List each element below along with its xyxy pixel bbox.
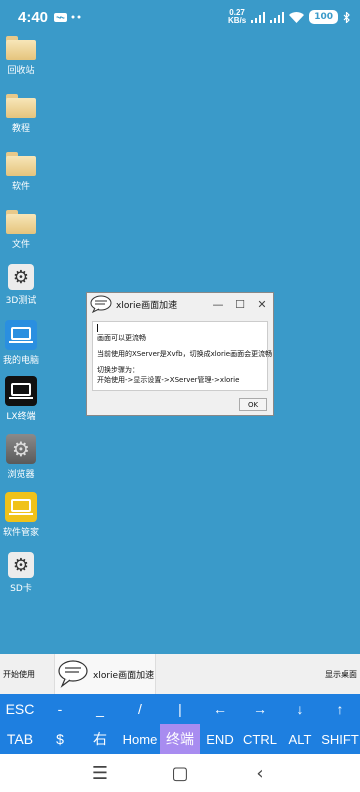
dialog-titlebar[interactable]: xlorie画面加速 — ☐ ✕	[87, 293, 273, 315]
close-icon[interactable]: ✕	[251, 298, 273, 311]
net-speed: 0.27 KB/s	[228, 9, 246, 25]
desktop-icon-label: LX终端	[6, 412, 36, 422]
desktop-icon-software[interactable]: 软件	[0, 152, 42, 192]
desktop-icon-lx-terminal[interactable]: LX终端	[0, 376, 42, 422]
key-down-arrow[interactable]: ↓	[280, 694, 320, 724]
start-button[interactable]: 开始使用	[0, 669, 52, 680]
key-shift[interactable]: SHIFT	[320, 724, 360, 754]
infinity-icon	[54, 12, 68, 22]
dialog-line: 切换步骤为：	[97, 366, 139, 374]
folder-icon	[6, 152, 36, 176]
desktop-icon-label: 3D测试	[5, 296, 37, 306]
folder-icon	[6, 36, 36, 60]
status-right-icons: 0.27 KB/s 100	[228, 9, 350, 25]
desktop-icon-software-manager[interactable]: 软件管家	[0, 492, 42, 538]
status-notification-icons	[54, 12, 83, 22]
desktop-icon-label: 回收站	[7, 66, 35, 76]
terminal-icon	[5, 376, 37, 406]
desktop-icon-my-computer[interactable]: 我的电脑	[0, 320, 42, 366]
navigation-bar: ☰ ▢ ‹	[0, 754, 360, 792]
minimize-icon[interactable]: —	[207, 298, 229, 311]
bluetooth-icon	[343, 11, 350, 23]
key-up-arrow[interactable]: ↑	[320, 694, 360, 724]
folder-icon	[6, 94, 36, 118]
desktop-icon-label: 软件	[11, 182, 30, 192]
key-alt[interactable]: ALT	[280, 724, 320, 754]
window-controls: — ☐ ✕	[207, 298, 273, 311]
desktop-icon-label: 浏览器	[7, 470, 35, 480]
key-esc[interactable]: ESC	[0, 694, 40, 724]
key-tab[interactable]: TAB	[0, 724, 40, 754]
dialog-line: 开始使用->显示设置->XServer管理->xlorie	[97, 376, 240, 384]
ok-button[interactable]: OK	[239, 398, 267, 411]
desktop-icon-label: SD卡	[10, 584, 32, 594]
key-ctrl[interactable]: CTRL	[240, 724, 280, 754]
key-pipe[interactable]: |	[160, 694, 200, 724]
desktop-icon-label: 文件	[11, 240, 30, 250]
desktop-icon-label: 我的电脑	[2, 356, 39, 366]
key-right-arrow[interactable]: →	[240, 694, 280, 724]
status-bar: 4:40 0.27 KB/s 100	[0, 0, 360, 34]
desktop-icon-label: 教程	[11, 124, 30, 134]
desktop-icon-label: 软件管家	[2, 528, 39, 538]
dialog-message: 画面可以更流畅 当前使用的XServer是Xvfb，切换成xlorie画面会更流…	[92, 321, 273, 391]
text-cursor	[97, 324, 98, 332]
desktop-icon-recycle-bin[interactable]: 回收站	[0, 36, 42, 76]
show-desktop-button[interactable]: 显示桌面	[325, 669, 360, 680]
wifi-icon	[289, 11, 305, 23]
laptop-icon	[5, 492, 37, 522]
signal-icon-2	[270, 11, 285, 23]
gear-icon: ⚙	[6, 434, 36, 464]
extra-keys-bar: ESC - _ / | ← → ↓ ↑ TAB $ 右 Home 终端 END …	[0, 694, 360, 754]
key-terminal[interactable]: 终端	[160, 724, 200, 754]
desktop-icon-tutorial[interactable]: 教程	[0, 94, 42, 134]
taskbar-item-xlorie[interactable]: xlorie画面加速	[54, 654, 156, 694]
dialog-title: xlorie画面加速	[116, 300, 178, 311]
back-button[interactable]: ‹	[245, 763, 275, 784]
taskbar-item-label: xlorie画面加速	[93, 670, 155, 681]
battery-indicator: 100	[309, 10, 338, 24]
desktop-icon-files[interactable]: 文件	[0, 210, 42, 250]
key-underscore[interactable]: _	[80, 694, 120, 724]
dialog-line: 当前使用的XServer是Xvfb，切换成xlorie画面会更流畅	[97, 350, 273, 358]
dialog-line: 画面可以更流畅	[97, 334, 146, 342]
speech-bubble-icon	[58, 660, 88, 688]
key-right-click[interactable]: 右	[80, 724, 120, 754]
desktop-icon-3d-test[interactable]: ⚙ 3D测试	[0, 264, 42, 306]
folder-icon	[6, 210, 36, 234]
key-minus[interactable]: -	[40, 694, 80, 724]
gear-icon: ⚙	[8, 552, 34, 578]
net-speed-unit: KB/s	[227, 16, 247, 25]
gear-icon: ⚙	[8, 264, 34, 290]
key-left-arrow[interactable]: ←	[200, 694, 240, 724]
key-home[interactable]: Home	[120, 724, 160, 754]
desktop-icon-browser[interactable]: ⚙ 浏览器	[0, 434, 42, 480]
taskbar: 开始使用 xlorie画面加速 显示桌面	[0, 654, 360, 694]
desktop-icon-sd-card[interactable]: ⚙ SD卡	[0, 552, 42, 594]
xlorie-dialog: xlorie画面加速 — ☐ ✕ 画面可以更流畅 当前使用的XServer是Xv…	[86, 292, 274, 416]
key-end[interactable]: END	[200, 724, 240, 754]
maximize-icon[interactable]: ☐	[229, 298, 251, 311]
key-dollar[interactable]: $	[40, 724, 80, 754]
key-slash[interactable]: /	[120, 694, 160, 724]
status-time: 4:40	[18, 8, 49, 26]
home-button[interactable]: ▢	[165, 763, 195, 784]
speech-bubble-icon	[90, 295, 112, 313]
signal-icon	[251, 11, 266, 23]
more-dots-icon	[71, 15, 81, 19]
recents-button[interactable]: ☰	[85, 763, 115, 784]
laptop-icon	[5, 320, 37, 350]
